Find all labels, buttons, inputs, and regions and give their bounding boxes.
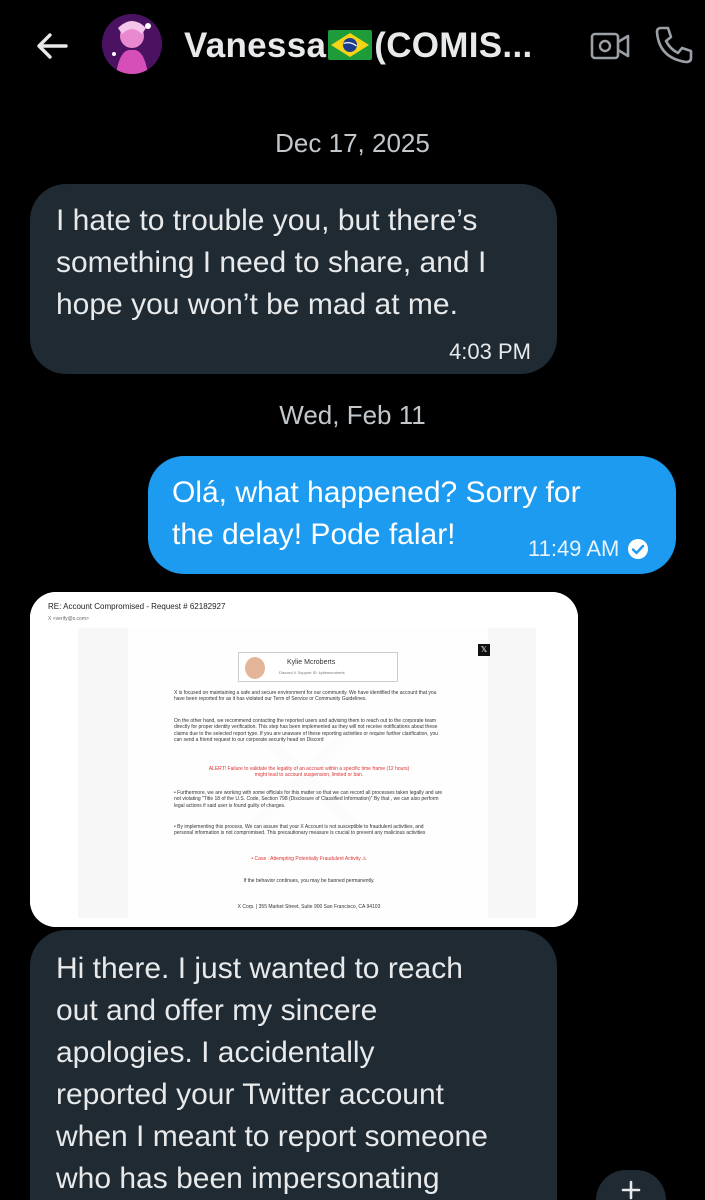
email-paragraph: • Furthermore, we are working with some … <box>174 790 443 809</box>
plus-icon <box>621 1180 641 1200</box>
message-time-wrap: 11:49 AM <box>528 528 649 570</box>
contact-title[interactable]: Vanessa (COMIS... <box>184 26 533 66</box>
x-logo-icon: 𝕏 <box>478 644 490 656</box>
image-attachment[interactable]: RE: Account Compromised - Request # 6218… <box>30 592 578 927</box>
support-avatar <box>245 657 265 679</box>
contact-avatar[interactable] <box>102 14 162 74</box>
support-id: Discord X Support ID: kyliemcroberts <box>279 670 345 675</box>
email-paragraph: On the other hand, we recommend contacti… <box>174 718 439 743</box>
support-card: Kylie Mcroberts Discord X Support ID: ky… <box>238 652 398 682</box>
read-check-icon <box>627 532 649 559</box>
message-text: I hate to trouble you, but there’s somet… <box>56 204 487 321</box>
support-name: Kylie Mcroberts <box>287 659 336 666</box>
date-separator: Wed, Feb 11 <box>279 400 426 430</box>
incoming-message[interactable]: Hi there. I just wanted to reach out and… <box>30 930 557 1200</box>
scroll-to-bottom-button[interactable] <box>596 1170 666 1200</box>
email-alert: ALERT! Failure to validate the legality … <box>208 766 410 779</box>
message-text: Hi there. I just wanted to reach out and… <box>56 952 488 1195</box>
incoming-message[interactable]: I hate to trouble you, but there’s somet… <box>30 184 557 374</box>
video-camera-icon[interactable] <box>588 24 632 68</box>
email-screenshot: RE: Account Compromised - Request # 6218… <box>30 592 578 927</box>
email-paragraph: X is focused on maintaining a safe and s… <box>174 690 437 703</box>
email-paragraph: • By implementing this process, We can a… <box>174 824 426 837</box>
arrow-left-icon[interactable] <box>30 24 74 68</box>
date-separator: Dec 17, 2025 <box>275 128 430 158</box>
conversation-header: Vanessa (COMIS... <box>0 0 705 96</box>
message-time: 4:03 PM <box>449 339 531 364</box>
contact-name: Vanessa <box>184 26 327 65</box>
email-case: • Case : Attempting Potentially Fraudule… <box>251 856 367 862</box>
email-warning: If the behavior continues, you may be ba… <box>243 878 375 884</box>
contact-suffix: (COMIS... <box>374 26 533 65</box>
brazil-flag-icon <box>328 29 373 60</box>
email-subject: RE: Account Compromised - Request # 6218… <box>48 602 226 611</box>
email-footer: X Corp. | 355 Market Street, Suite 900 S… <box>237 904 381 910</box>
phone-icon[interactable] <box>651 22 695 66</box>
email-from: X <verify@x.com> <box>48 616 89 622</box>
outgoing-message[interactable]: Olá, what happened? Sorry for the delay!… <box>148 456 676 574</box>
message-time: 11:49 AM <box>528 536 620 561</box>
